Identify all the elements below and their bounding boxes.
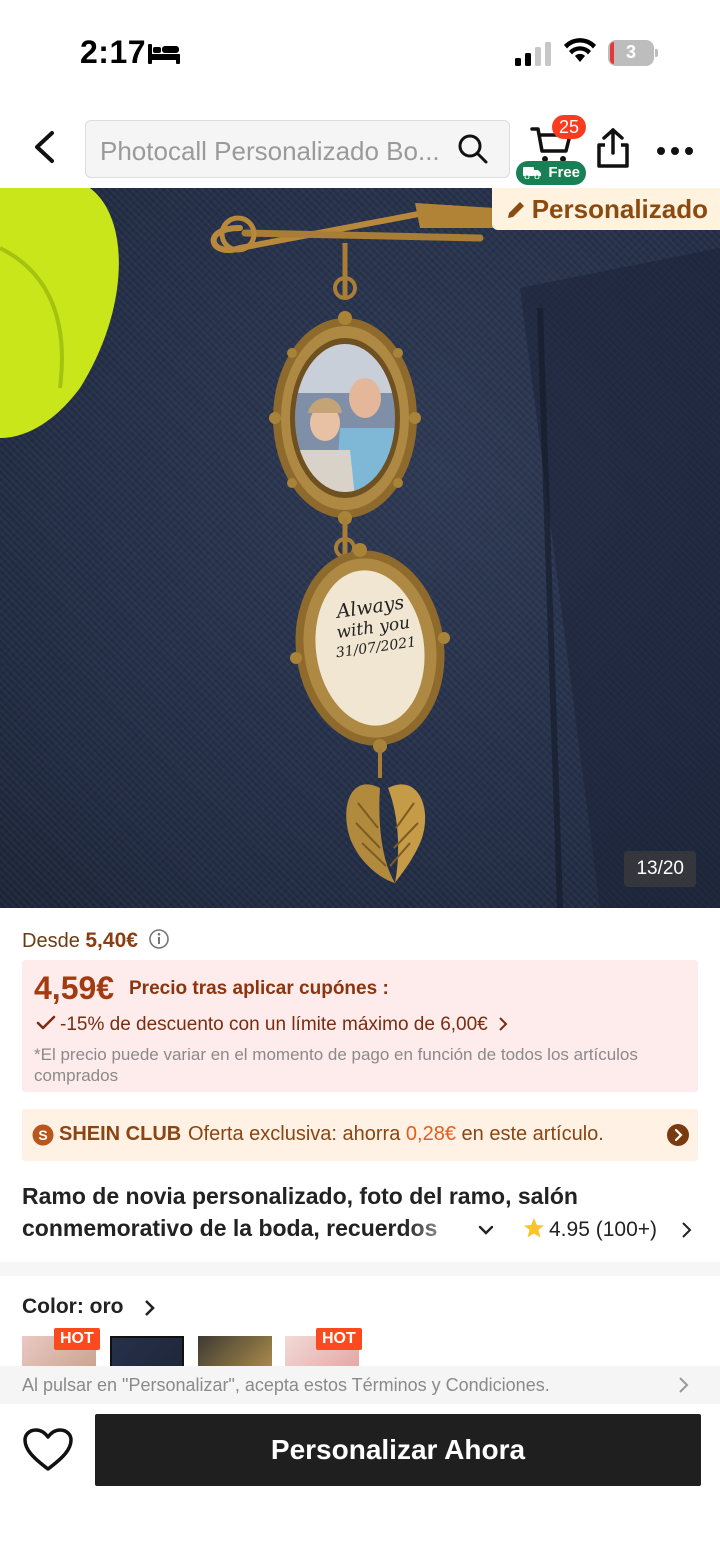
status-time: 2:17 (80, 34, 147, 70)
product-title-line1: Ramo de novia personalizado, foto del ra… (22, 1183, 578, 1209)
product-rating[interactable]: 4.95 (100+) (523, 1217, 657, 1242)
coupon-label: Precio tras aplicar cupónes : (129, 978, 389, 999)
club-name: SHEIN CLUB (59, 1123, 182, 1145)
coupon-box[interactable]: 4,59€ Precio tras aplicar cupónes : -15%… (22, 960, 698, 1092)
coupon-discount-text: -15% de descuento con un límite máximo d… (60, 1014, 488, 1035)
rating-value: 4.95 (549, 1218, 590, 1241)
more-options-button[interactable] (656, 143, 694, 161)
status-bar: 2:17 3 (0, 0, 720, 105)
battery-level: 3 (625, 42, 636, 62)
check-icon (36, 1015, 56, 1030)
chevron-right-icon[interactable] (143, 1298, 157, 1318)
free-shipping-badge: Free (516, 161, 586, 185)
share-button[interactable] (595, 127, 631, 174)
product-photo (0, 188, 720, 908)
pencil-icon (507, 202, 524, 218)
bed-icon (148, 42, 180, 69)
coupon-price: 4,59€ (34, 970, 115, 1006)
more-icon (657, 147, 693, 155)
wishlist-button[interactable] (22, 1427, 74, 1478)
battery-icon: 3 (608, 40, 658, 66)
price-note: *El precio puede variar en el momento de… (34, 1045, 638, 1085)
shein-club-bar[interactable]: S SHEIN CLUB Oferta exclusiva: ahorra 0,… (22, 1109, 698, 1161)
search-icon[interactable] (457, 133, 489, 170)
star-icon (524, 1218, 544, 1238)
customized-tag-label: Personalizado (531, 194, 708, 224)
price-from-value: 5,40€ (85, 929, 138, 952)
signal-icon (515, 42, 551, 71)
cart-count-badge: 25 (552, 115, 586, 139)
search-input[interactable]: Photocall Personalizado Bo... (85, 120, 510, 178)
review-count: (100+) (595, 1218, 658, 1241)
svg-text:S: S (38, 1127, 47, 1143)
hot-badge: HOT (54, 1328, 100, 1350)
info-icon[interactable] (148, 928, 170, 950)
truck-icon (523, 167, 541, 179)
club-coin-icon: S (32, 1124, 54, 1146)
chevron-right-icon (679, 1377, 689, 1393)
section-divider (0, 1262, 720, 1276)
search-placeholder: Photocall Personalizado Bo... (100, 136, 440, 166)
wifi-icon (563, 38, 597, 69)
cart-button[interactable]: 25 Free (516, 115, 588, 187)
product-image[interactable]: Always with you 31/07/2021 Personalizado… (0, 188, 720, 908)
heart-icon (23, 1428, 73, 1471)
club-offer: Oferta exclusiva: ahorra 0,28€ en este a… (188, 1123, 604, 1145)
price-from: Desde 5,40€ (22, 928, 170, 953)
back-button[interactable] (22, 125, 66, 169)
club-arrow-icon[interactable] (666, 1123, 690, 1147)
customize-now-button[interactable]: Personalizar Ahora (95, 1414, 701, 1486)
coupon-discount[interactable]: -15% de descuento con un límite máximo d… (36, 1014, 509, 1036)
image-counter: 13/20 (624, 851, 696, 887)
chevron-right-icon (499, 1017, 508, 1031)
chevron-right-icon[interactable] (680, 1220, 694, 1240)
customized-tag: Personalizado (491, 188, 720, 230)
nav-header: Photocall Personalizado Bo... 25 Free (0, 105, 720, 188)
expand-title-icon[interactable] (476, 1220, 496, 1240)
terms-text: Al pulsar en "Personalizar", acepta esto… (22, 1375, 550, 1395)
back-arrow-icon (35, 131, 54, 163)
hot-badge: HOT (316, 1328, 362, 1350)
free-shipping-label: Free (548, 164, 580, 181)
share-icon (597, 128, 629, 168)
club-amount: 0,28€ (405, 1123, 456, 1145)
color-label[interactable]: Color: oro (22, 1295, 123, 1319)
terms-bar[interactable]: Al pulsar en "Personalizar", acepta esto… (0, 1366, 720, 1404)
price-from-prefix: Desde (22, 930, 80, 952)
